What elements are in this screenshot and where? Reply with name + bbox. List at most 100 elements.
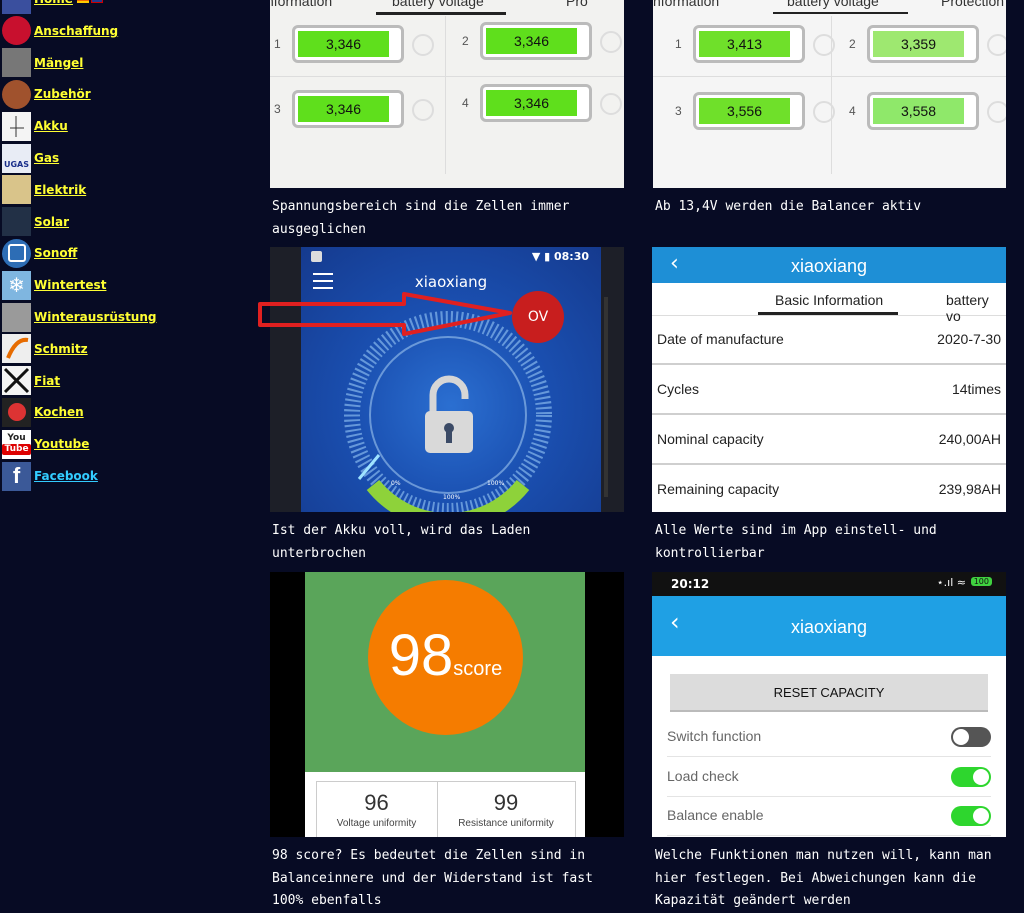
snowchain-icon[interactable]: [2, 302, 31, 332]
schmitz-icon[interactable]: [2, 334, 31, 364]
cell-number: 1: [675, 37, 682, 51]
cell-status-indicator: [412, 34, 434, 56]
tab-battery-voltage: battery voltage: [787, 0, 879, 9]
setting-row: Load check: [667, 757, 991, 797]
fiat-icon[interactable]: [2, 366, 31, 396]
info-value: 240,00AH: [938, 431, 1001, 447]
flag-uk-icon[interactable]: [90, 0, 103, 3]
nav-link-akku[interactable]: Akku: [34, 119, 68, 133]
reset-capacity-button[interactable]: RESET CAPACITY: [670, 674, 988, 712]
nav-item-gas[interactable]: UGAS Gas: [2, 143, 59, 173]
nav-link-zubehör[interactable]: Zubehör: [34, 87, 91, 101]
nav-link-home[interactable]: Home: [34, 0, 73, 6]
info-label: Cycles: [657, 381, 700, 397]
electric-icon[interactable]: [2, 175, 31, 205]
youtube-you-text: You: [7, 433, 26, 444]
nav-link-solar[interactable]: Solar: [34, 215, 69, 229]
cooking-icon[interactable]: [2, 397, 31, 427]
accessory-icon[interactable]: [2, 79, 31, 109]
voltage-uniformity-value: 96: [364, 790, 389, 815]
tab-information: nformation: [270, 0, 333, 9]
nav-link-youtube[interactable]: Youtube: [34, 437, 89, 451]
cell-status-indicator: [600, 31, 622, 53]
cell-voltage: 3,413: [699, 31, 790, 57]
spiral-icon[interactable]: [2, 16, 31, 46]
nav-item-winterausrüstung[interactable]: Winterausrüstung: [2, 302, 156, 332]
nav-item-elektrik[interactable]: Elektrik: [2, 175, 86, 205]
gauge-label-2: 100%: [487, 480, 505, 487]
facebook-icon[interactable]: f: [2, 461, 31, 491]
cell-voltage: 3,346: [486, 28, 577, 54]
sonoff-icon[interactable]: [2, 238, 31, 268]
nav-item-wintertest[interactable]: ❄ Wintertest: [2, 270, 106, 300]
setting-label: Load check: [667, 767, 739, 784]
score-value: 98: [388, 623, 454, 688]
nav-link-winterausrüstung[interactable]: Winterausrüstung: [34, 310, 156, 324]
setting-row: Balance enable: [667, 796, 991, 836]
info-row: Nominal capacity 240,00AH: [652, 415, 1006, 465]
cell-status-indicator: [412, 99, 434, 121]
nav-link-wintertest[interactable]: Wintertest: [34, 278, 106, 292]
flag-de-icon[interactable]: [76, 0, 89, 3]
caption-battery-1: Spannungsbereich sind die Zellen immer a…: [272, 199, 570, 237]
tab-battery-voltage: battery voltage: [392, 0, 484, 9]
nav-link-anschaffung[interactable]: Anschaffung: [34, 24, 118, 38]
gas-icon[interactable]: UGAS: [2, 143, 31, 173]
solar-icon[interactable]: [2, 207, 31, 237]
setting-label: Switch function: [667, 728, 762, 744]
cell-number: 3: [274, 102, 281, 116]
cell-voltage: 3,346: [486, 90, 577, 116]
score-screenshot[interactable]: 98score 96 Voltage uniformity 99 Resista…: [270, 572, 624, 837]
snowflake-icon[interactable]: ❄: [2, 270, 31, 300]
info-row: Date of manufacture 2020-7-30: [652, 315, 1006, 365]
setting-toggle[interactable]: [951, 766, 991, 787]
cell-number: 2: [462, 34, 469, 48]
nav-item-solar[interactable]: Solar: [2, 207, 69, 237]
nav-item-anschaffung[interactable]: Anschaffung: [2, 16, 118, 46]
nav-item-mängel[interactable]: Mängel: [2, 48, 83, 78]
setting-toggle[interactable]: [951, 727, 991, 747]
nav-item-zubehör[interactable]: Zubehör: [2, 79, 91, 109]
info-label: Date of manufacture: [657, 331, 784, 347]
caption-app-lock: Ist der Akku voll, wird das Laden unterb…: [272, 523, 531, 561]
basic-info-screenshot[interactable]: ‹ xiaoxiang Basic Information battery vo…: [652, 247, 1006, 512]
status-icons: ⋆.ıl ≈: [936, 576, 966, 589]
nav-link-fiat[interactable]: Fiat: [34, 374, 60, 388]
setting-toggle[interactable]: [951, 806, 991, 826]
nav-item-sonoff[interactable]: Sonoff: [2, 238, 77, 268]
info-value: 239,98AH: [938, 481, 1001, 497]
resistance-uniformity-label: Resistance uniformity: [458, 818, 554, 829]
setting-row: Switch function: [667, 717, 991, 757]
nav-item-youtube[interactable]: You Tube Youtube: [2, 429, 89, 459]
nav-item-akku[interactable]: Akku: [2, 111, 68, 141]
nav-item-home[interactable]: Home: [2, 0, 103, 14]
battery-voltage-screenshot-2[interactable]: nformation battery voltage Protection 1 3…: [653, 0, 1006, 188]
youtube-icon[interactable]: You Tube: [2, 429, 31, 459]
facebook-f-text: f: [12, 463, 21, 488]
info-value: 2020-7-30: [937, 331, 1001, 347]
nav-link-mängel[interactable]: Mängel: [34, 56, 83, 70]
tab-basic-information[interactable]: Basic Information: [775, 292, 883, 308]
tab-information: nformation: [653, 0, 720, 9]
house-icon[interactable]: [2, 0, 31, 14]
app-lock-screenshot[interactable]: ▼ ▮ 08:30 xiaoxiang OV 0% 100% 100%: [270, 247, 624, 512]
cell-number: 1: [274, 37, 281, 51]
nav-link-facebook[interactable]: Facebook: [34, 469, 98, 483]
battery-voltage-screenshot-1[interactable]: nformation battery voltage Pro 1 3,346 2 3,…: [270, 0, 624, 188]
nav-link-schmitz[interactable]: Schmitz: [34, 342, 88, 356]
app-title: xiaoxiang: [790, 617, 868, 637]
nav-link-gas[interactable]: Gas: [34, 151, 59, 165]
engine-icon[interactable]: [2, 48, 31, 78]
nav-item-kochen[interactable]: Kochen: [2, 397, 84, 427]
battery-icon[interactable]: [2, 111, 31, 141]
nav-link-kochen[interactable]: Kochen: [34, 405, 84, 419]
settings-screenshot[interactable]: 20:12 ⋆.ıl ≈ 100 ‹ xiaoxiang RESET CAPAC…: [652, 572, 1006, 837]
nav-item-schmitz[interactable]: Schmitz: [2, 334, 88, 364]
cell-status-indicator: [813, 101, 835, 123]
nav-item-facebook[interactable]: f Facebook: [2, 461, 98, 491]
nav-link-sonoff[interactable]: Sonoff: [34, 246, 77, 260]
nav-item-fiat[interactable]: Fiat: [2, 366, 60, 396]
cell-number: 4: [462, 96, 469, 110]
nav-link-elektrik[interactable]: Elektrik: [34, 183, 86, 197]
info-row: Cycles 14times: [652, 365, 1006, 415]
